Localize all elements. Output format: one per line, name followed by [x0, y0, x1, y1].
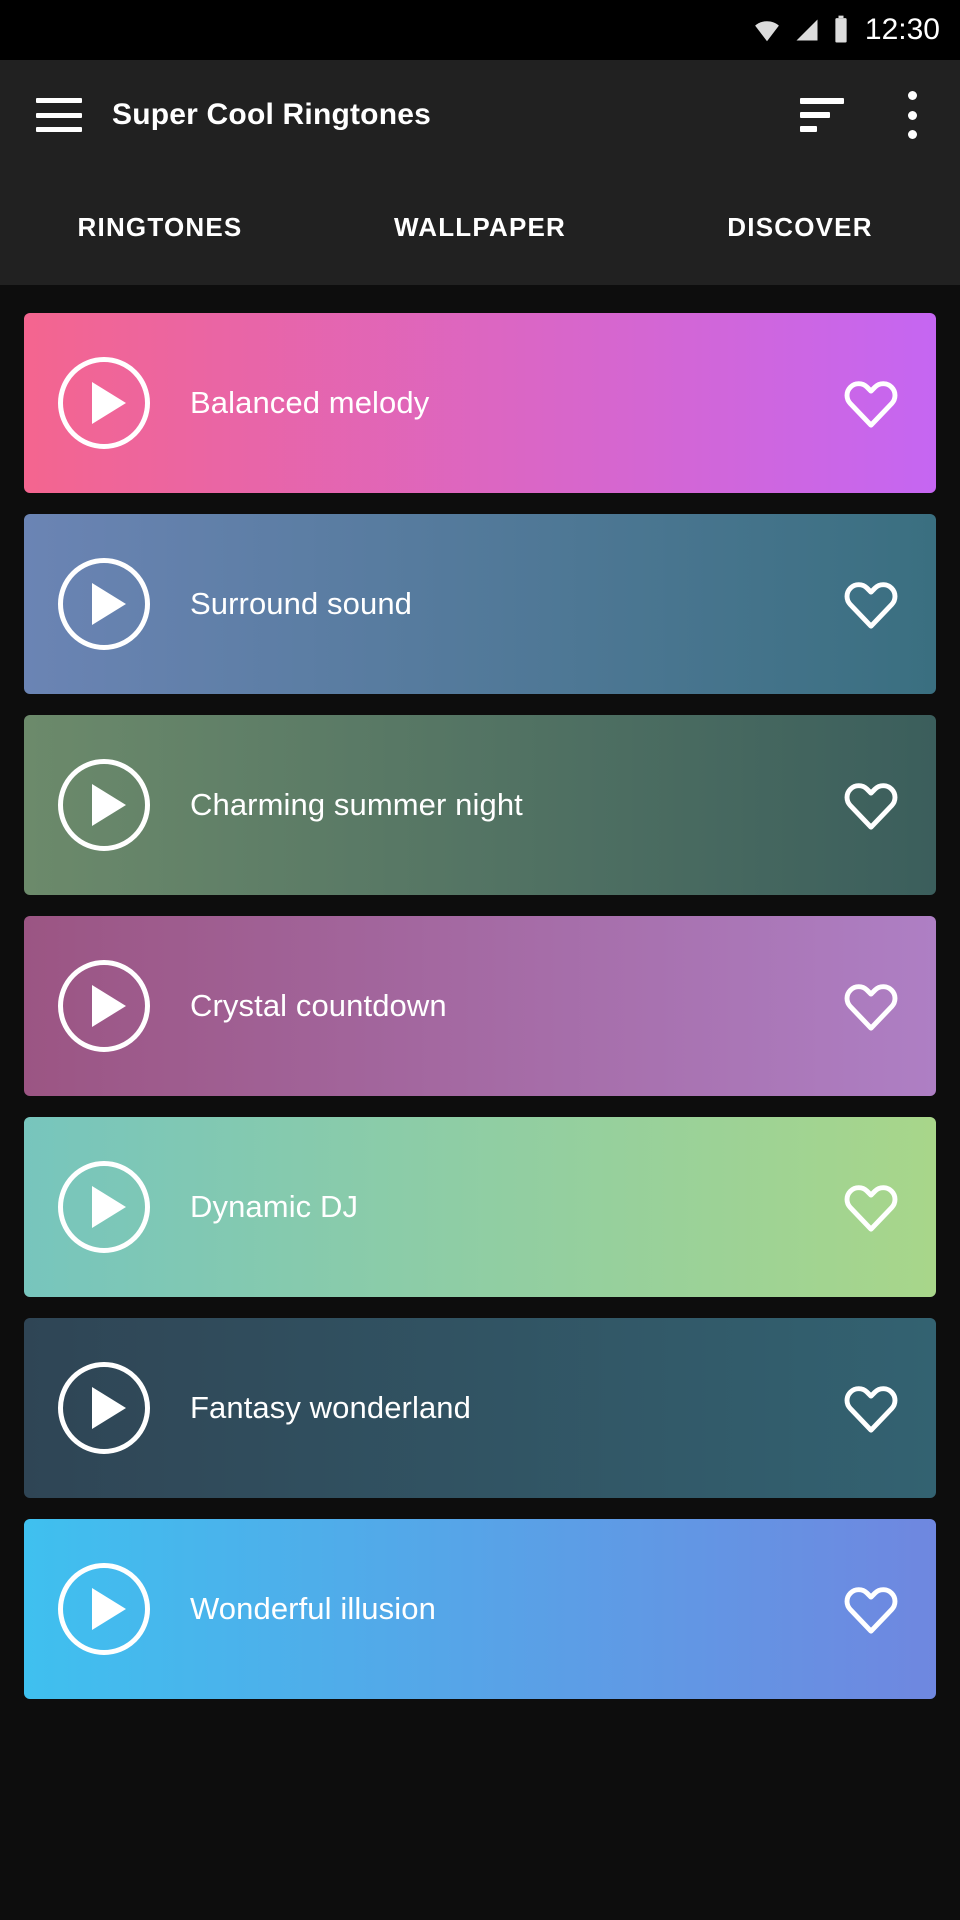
- heart-outline-icon[interactable]: [840, 776, 902, 834]
- play-icon[interactable]: [58, 558, 150, 650]
- play-triangle: [91, 1387, 126, 1429]
- play-triangle: [91, 382, 126, 424]
- heart-outline-icon[interactable]: [840, 1178, 902, 1236]
- play-icon[interactable]: [58, 1362, 150, 1454]
- ringtone-card[interactable]: Wonderful illusion: [24, 1519, 936, 1699]
- app-title: Super Cool Ringtones: [112, 98, 431, 131]
- ringtone-title: Charming summer night: [190, 787, 523, 822]
- tab-wallpaper[interactable]: WALLPAPER: [320, 170, 640, 285]
- ringtone-card[interactable]: Dynamic DJ: [24, 1117, 936, 1297]
- play-triangle: [91, 583, 126, 625]
- status-bar-time: 12:30: [864, 13, 940, 46]
- play-icon[interactable]: [58, 759, 150, 851]
- heart-outline-icon[interactable]: [840, 1379, 902, 1437]
- status-bar: 12:30: [0, 0, 960, 60]
- hamburger-menu-icon[interactable]: [36, 98, 82, 132]
- ringtone-card[interactable]: Surround sound: [24, 514, 936, 694]
- ringtone-title: Surround sound: [190, 586, 413, 621]
- heart-outline-icon[interactable]: [840, 977, 902, 1035]
- cellular-signal-icon: [793, 16, 821, 44]
- ringtone-title: Fantasy wonderland: [190, 1390, 471, 1425]
- battery-icon: [832, 15, 850, 45]
- tab-bar: RINGTONES WALLPAPER DISCOVER: [0, 170, 960, 285]
- ringtone-card[interactable]: Balanced melody: [24, 313, 936, 493]
- play-triangle: [91, 985, 126, 1027]
- ringtone-title: Dynamic DJ: [190, 1189, 359, 1224]
- play-triangle: [91, 784, 126, 826]
- tab-ringtones[interactable]: RINGTONES: [0, 170, 320, 285]
- play-icon[interactable]: [58, 357, 150, 449]
- heart-outline-icon[interactable]: [840, 374, 902, 432]
- ringtone-card[interactable]: Fantasy wonderland: [24, 1318, 936, 1498]
- wifi-icon: [752, 15, 782, 45]
- play-triangle: [91, 1186, 126, 1228]
- app-bar: Super Cool Ringtones: [0, 60, 960, 170]
- heart-outline-icon[interactable]: [840, 575, 902, 633]
- play-icon[interactable]: [58, 960, 150, 1052]
- ringtone-list[interactable]: Balanced melody Surround sound Charming su…: [0, 285, 960, 1920]
- ringtone-card[interactable]: Crystal countdown: [24, 916, 936, 1096]
- overflow-menu-icon[interactable]: [892, 89, 932, 141]
- ringtone-title: Balanced melody: [190, 385, 430, 420]
- play-icon[interactable]: [58, 1563, 150, 1655]
- sort-icon[interactable]: [800, 95, 848, 135]
- play-triangle: [91, 1588, 126, 1630]
- ringtone-title: Crystal countdown: [190, 988, 447, 1023]
- ringtone-card[interactable]: Charming summer night: [24, 715, 936, 895]
- heart-outline-icon[interactable]: [840, 1580, 902, 1638]
- play-icon[interactable]: [58, 1161, 150, 1253]
- tab-discover[interactable]: DISCOVER: [640, 170, 960, 285]
- ringtone-title: Wonderful illusion: [190, 1591, 436, 1626]
- app-root: 12:30 Super Cool Ringtones RINGTONES WAL…: [0, 0, 960, 1920]
